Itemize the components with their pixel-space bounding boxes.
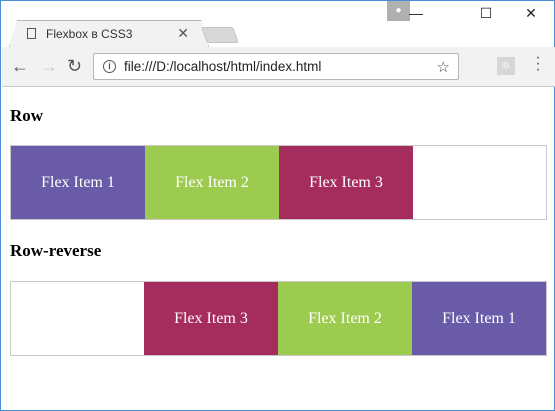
menu-icon[interactable]: · · · xyxy=(534,50,542,78)
maximize-button[interactable]: ☐ xyxy=(476,5,496,22)
toolbar: ← → ↻ i file:///D:/localhost/html/index.… xyxy=(2,47,555,87)
info-icon[interactable]: i xyxy=(103,60,116,73)
minimize-button[interactable]: — xyxy=(406,5,426,21)
heading-row-reverse: Row-reverse xyxy=(10,241,102,260)
flex-container-row-reverse: Flex Item 1 Flex Item 2 Flex Item 3 xyxy=(10,281,547,356)
url-text[interactable]: file:///D:/localhost/html/index.html xyxy=(124,59,437,74)
flex-item-2: Flex Item 2 xyxy=(278,282,412,355)
close-tab-icon[interactable]: ✕ xyxy=(177,25,189,42)
page-icon xyxy=(27,28,36,39)
flex-item-3: Flex Item 3 xyxy=(144,282,278,355)
browser-window: Flexbox в CSS3 ✕ ● — ☐ ✕ ← → ↻ i file://… xyxy=(0,0,555,411)
react-extension-icon[interactable]: ⚛ xyxy=(497,57,515,75)
flex-item-2: Flex Item 2 xyxy=(145,146,279,219)
tab-active[interactable]: Flexbox в CSS3 ✕ xyxy=(11,20,207,47)
reload-icon[interactable]: ↻ xyxy=(67,56,82,77)
close-window-button[interactable]: ✕ xyxy=(521,5,541,22)
forward-icon[interactable]: → xyxy=(40,56,58,77)
new-tab-button[interactable] xyxy=(201,27,239,43)
heading-row: Row xyxy=(10,106,44,125)
back-icon[interactable]: ← xyxy=(11,56,29,77)
address-bar[interactable]: i file:///D:/localhost/html/index.html ☆ xyxy=(93,53,459,80)
flex-container-row: Flex Item 1 Flex Item 2 Flex Item 3 xyxy=(10,145,547,220)
title-bar: Flexbox в CSS3 ✕ ● — ☐ ✕ xyxy=(1,1,554,47)
flex-item-1: Flex Item 1 xyxy=(412,282,546,355)
flex-item-1: Flex Item 1 xyxy=(11,146,145,219)
flex-item-3: Flex Item 3 xyxy=(279,146,413,219)
bookmark-star-icon[interactable]: ☆ xyxy=(437,58,450,76)
tab-title: Flexbox в CSS3 xyxy=(46,26,133,41)
